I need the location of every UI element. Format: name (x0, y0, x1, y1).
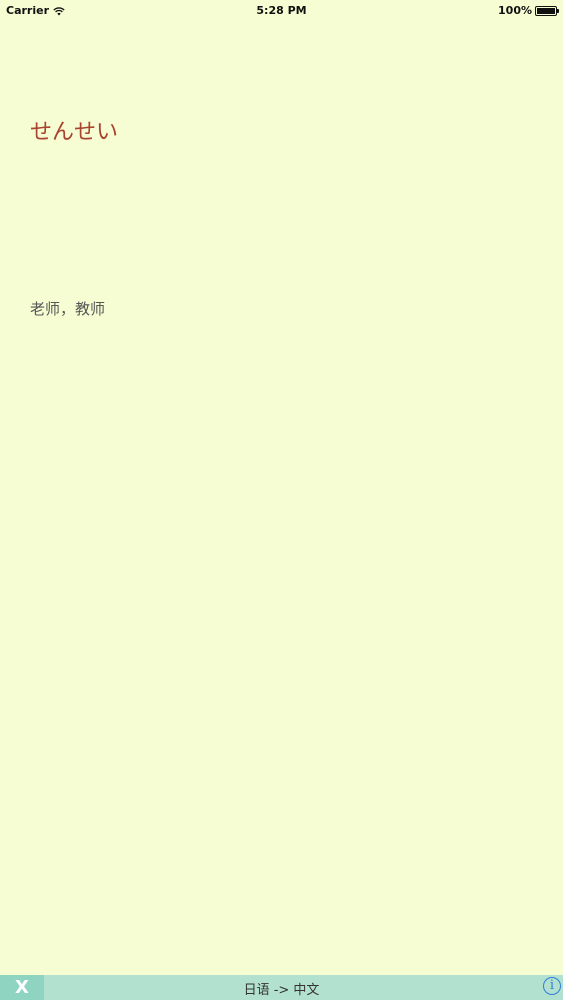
mode-label: 日语 -> 中文 (243, 983, 320, 998)
battery-percent: 100% (498, 4, 532, 17)
word-meaning: 老师，教师 (30, 300, 106, 318)
status-bar: Carrier 5:28 PM 100% (0, 0, 563, 22)
battery-icon (535, 5, 559, 16)
bottom-toolbar: X 日语 -> 中文 i (0, 975, 563, 1000)
word-reading: せんせい (30, 120, 119, 145)
battery-fill (537, 7, 555, 14)
status-time: 5:28 PM (256, 4, 307, 17)
status-right: 100% (498, 4, 559, 17)
info-icon: i (549, 978, 555, 993)
info-button[interactable]: i (543, 977, 561, 995)
